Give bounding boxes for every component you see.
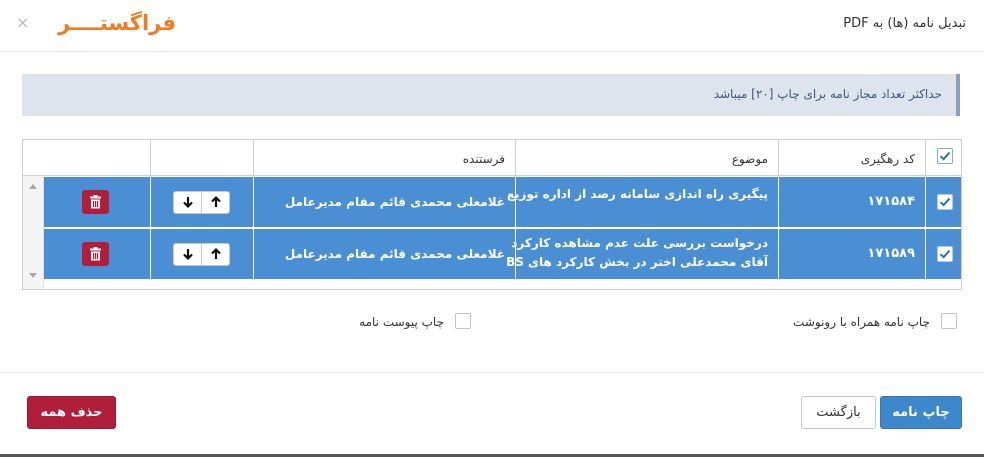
header-tracking-code-label: کد رهگیری xyxy=(860,152,915,166)
move-up-button[interactable] xyxy=(202,244,230,265)
row-actions xyxy=(44,177,150,228)
scroll-up-icon[interactable] xyxy=(29,184,37,189)
row-select-cell xyxy=(925,229,961,280)
header-sender: فرستنده xyxy=(253,140,515,176)
header-subject: موضوع xyxy=(515,140,778,176)
reorder-buttons xyxy=(173,243,230,266)
tracking-code-value: ۱۷۱۵۸۴ xyxy=(867,194,915,209)
trash-icon xyxy=(90,195,101,209)
alert-text: حداکثر تعداد مجاز نامه برای چاپ [۲۰] میب… xyxy=(713,87,942,101)
close-icon[interactable]: × xyxy=(16,13,29,33)
back-button[interactable]: بازگشت xyxy=(801,396,876,429)
brand-logo: فراگستــــر xyxy=(48,8,176,42)
row-tracking-code: ۱۷۱۵۸۹ xyxy=(778,229,925,280)
move-down-button[interactable] xyxy=(174,192,202,213)
header-sender-label: فرستنده xyxy=(462,152,505,166)
tracking-code-value: ۱۷۱۵۸۹ xyxy=(867,246,915,261)
row-sender: غلامعلی محمدی قائم مقام مدیرعامل xyxy=(253,177,515,228)
dialog-header: تبدیل نامه (ها) به PDF × فراگستــــر xyxy=(0,0,984,52)
trash-icon xyxy=(90,247,101,261)
table-row[interactable]: ۱۷۱۵۸۹ درخواست بررسی علت عدم مشاهده کارک… xyxy=(44,229,961,280)
header-actions xyxy=(23,140,150,176)
row-tracking-code: ۱۷۱۵۸۴ xyxy=(778,177,925,228)
header-select-cell xyxy=(925,140,961,176)
sender-value: غلامعلی محمدی قائم مقام مدیرعامل xyxy=(284,247,505,261)
move-up-button[interactable] xyxy=(202,192,230,213)
table-scrollbar[interactable] xyxy=(23,176,44,289)
footer-divider xyxy=(0,372,984,373)
table-header: کد رهگیری موضوع فرستنده xyxy=(23,140,961,176)
print-attachments-label: چاپ پیوست نامه xyxy=(359,315,444,329)
delete-all-button[interactable]: حذف همه xyxy=(27,396,116,429)
check-icon xyxy=(939,197,951,207)
arrow-down-icon xyxy=(183,197,193,209)
move-down-button[interactable] xyxy=(174,244,202,265)
reorder-buttons xyxy=(173,191,230,214)
row-checkbox[interactable] xyxy=(937,246,953,262)
row-subject: پیگیری راه اندازی سامانه رصد از اداره تو… xyxy=(507,177,778,228)
sender-value: غلامعلی محمدی قائم مقام مدیرعامل xyxy=(284,195,505,209)
print-with-copy-checkbox[interactable] xyxy=(941,313,957,329)
subject-line: آقای محمدعلی اختر در بخش کارکرد های BS xyxy=(506,255,768,269)
row-order xyxy=(150,177,253,228)
arrow-up-icon xyxy=(211,247,221,259)
header-tracking-code: کد رهگیری xyxy=(778,140,925,176)
subject-line: پیگیری راه اندازی سامانه رصد از اداره تو… xyxy=(506,187,768,201)
print-attachments-checkbox[interactable] xyxy=(455,313,471,329)
row-sender: غلامعلی محمدی قائم مقام مدیرعامل xyxy=(253,229,515,280)
letters-table: کد رهگیری موضوع فرستنده ۱۷۱۵۸۴ پیگیری را… xyxy=(22,139,962,290)
logo-text: فراگستــــر xyxy=(58,11,176,35)
dialog-title: تبدیل نامه (ها) به PDF xyxy=(843,16,966,31)
arrow-down-icon xyxy=(183,249,193,261)
print-with-copy-label: چاپ نامه همراه با رونوشت xyxy=(793,315,930,329)
scroll-down-icon[interactable] xyxy=(29,273,37,278)
check-icon xyxy=(939,249,951,259)
table-row[interactable]: ۱۷۱۵۸۴ پیگیری راه اندازی سامانه رصد از ا… xyxy=(44,177,961,228)
pdf-convert-dialog: تبدیل نامه (ها) به PDF × فراگستــــر حدا… xyxy=(0,0,984,457)
header-order xyxy=(150,140,253,176)
row-order xyxy=(150,229,253,280)
row-checkbox[interactable] xyxy=(937,194,953,210)
print-button[interactable]: چاپ نامه xyxy=(880,396,962,429)
check-icon xyxy=(939,151,951,161)
select-all-checkbox[interactable] xyxy=(937,148,953,164)
header-subject-label: موضوع xyxy=(731,152,768,166)
delete-row-button[interactable] xyxy=(82,242,109,266)
arrow-up-icon xyxy=(211,195,221,207)
row-select-cell xyxy=(925,177,961,228)
delete-row-button[interactable] xyxy=(82,190,109,214)
info-alert: حداکثر تعداد مجاز نامه برای چاپ [۲۰] میب… xyxy=(22,74,960,116)
row-subject: درخواست بررسی علت عدم مشاهده کارکرد آقای… xyxy=(506,229,778,280)
row-actions xyxy=(44,229,150,280)
subject-line: درخواست بررسی علت عدم مشاهده کارکرد xyxy=(511,236,768,250)
